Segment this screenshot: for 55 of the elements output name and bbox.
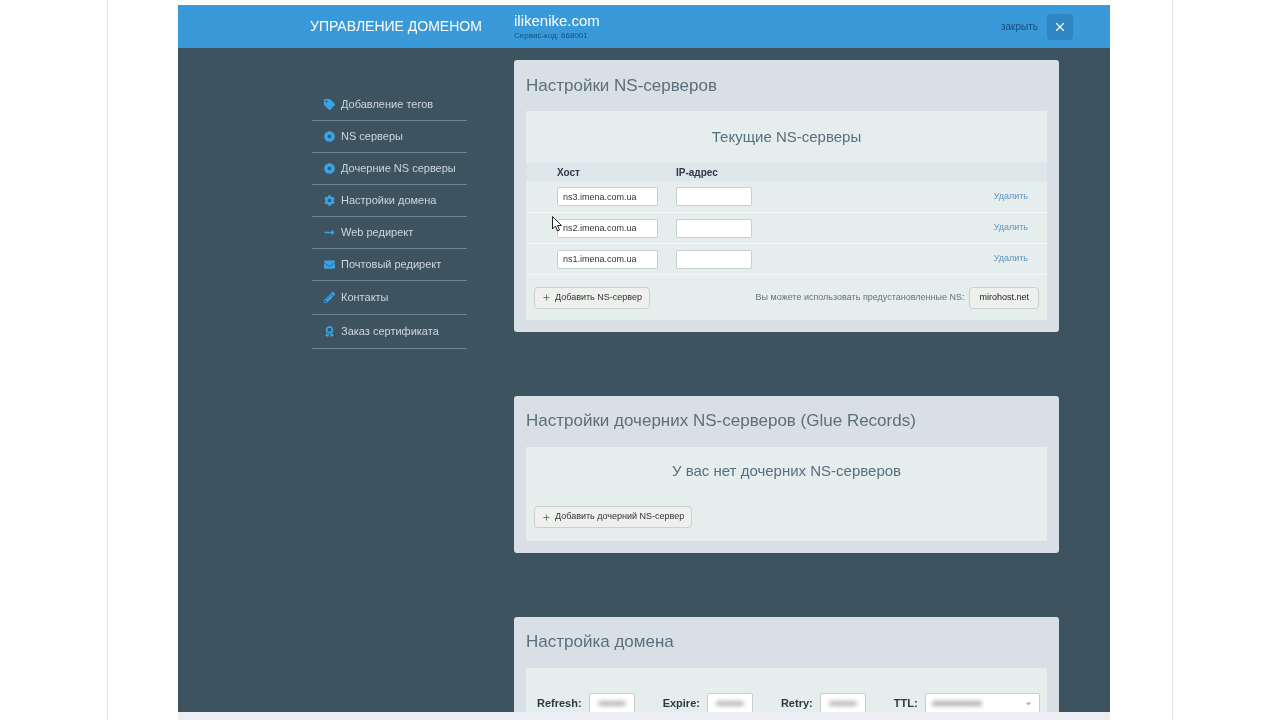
plus-icon [542, 512, 551, 522]
ip-address-field[interactable] [676, 187, 752, 206]
blurred-value-icon [715, 701, 744, 706]
delete-link[interactable]: Удалить [993, 189, 1028, 204]
empty-message: У вас нет дочерних NS-серверов [671, 460, 902, 481]
field-label: Retry: [780, 696, 813, 712]
sidebar-item[interactable]: Контакты [312, 281, 467, 315]
envelope-icon [324, 259, 335, 270]
sidebar-item[interactable]: Web редирект [312, 217, 467, 249]
tag-icon [324, 99, 335, 110]
sidebar-item[interactable]: Добавление тегов [312, 89, 467, 121]
ip-address-field[interactable] [676, 218, 752, 238]
panel-title: Настройка домена [526, 631, 675, 653]
arrow-right-icon [324, 227, 335, 238]
host-field[interactable]: ns2.imena.com.ua [557, 218, 658, 238]
column-header: Хост [557, 165, 581, 180]
service-code: Сервис-код: 668001 [514, 30, 589, 41]
panel-title: Настройки NS-серверов [526, 75, 718, 97]
plus-icon [542, 293, 551, 302]
preset-ns-hint: Вы можете использовать предустановленные NS: [755, 290, 965, 304]
field-label: Refresh: [537, 696, 582, 712]
field-label: TTL: [893, 696, 918, 712]
blurred-value-icon [931, 701, 982, 706]
host-field[interactable]: ns1.imena.com.ua [557, 249, 658, 269]
input-field[interactable] [706, 693, 753, 712]
field-label: Expire: [662, 696, 700, 712]
sidebar-item[interactable]: Почтовый редирект [312, 249, 467, 281]
gear-icon [324, 195, 335, 206]
close-link[interactable]: закрыть [1000, 19, 1038, 34]
domain-name: ilikenike.com [514, 12, 600, 30]
section-heading: Текущие NS-серверы [711, 126, 862, 147]
blurred-value-icon [828, 701, 857, 706]
mouse-pointer-icon [552, 216, 562, 232]
pencil-icon [324, 292, 335, 303]
ip-address-field[interactable] [676, 249, 752, 269]
input-field[interactable] [588, 693, 635, 712]
host-field[interactable]: ns3.imena.com.ua [557, 187, 658, 206]
award-ribbon-icon [324, 326, 335, 337]
sidebar-item[interactable]: Дочерние NS серверы [312, 153, 467, 185]
preset-ns-button[interactable]: mirohost.net [969, 286, 1039, 309]
add-ns-server-button[interactable]: Добавить NS-сервер [534, 286, 650, 309]
add-child-ns-button[interactable]: Добавить дочерний NS-сервер [534, 506, 693, 528]
blurred-value-icon [597, 701, 626, 706]
ttl-select[interactable] [924, 693, 1040, 712]
column-header: IP-адрес [676, 165, 718, 180]
panel-title: Настройки дочерних NS-серверов (Glue Records) [526, 410, 917, 432]
delete-link[interactable]: Удалить [993, 221, 1028, 235]
close-button[interactable] [1047, 13, 1073, 40]
header-title: УПРАВЛЕНИЕ ДОМЕНОМ [310, 17, 483, 36]
sidebar-item[interactable]: Настройки домена [312, 185, 467, 217]
sidebar-item[interactable]: NS серверы [312, 121, 467, 153]
caret-icon [1023, 699, 1033, 708]
input-field[interactable] [819, 693, 866, 712]
sidebar-item[interactable]: Заказ сертификата [312, 315, 467, 349]
delete-link[interactable]: Удалить [993, 252, 1028, 266]
